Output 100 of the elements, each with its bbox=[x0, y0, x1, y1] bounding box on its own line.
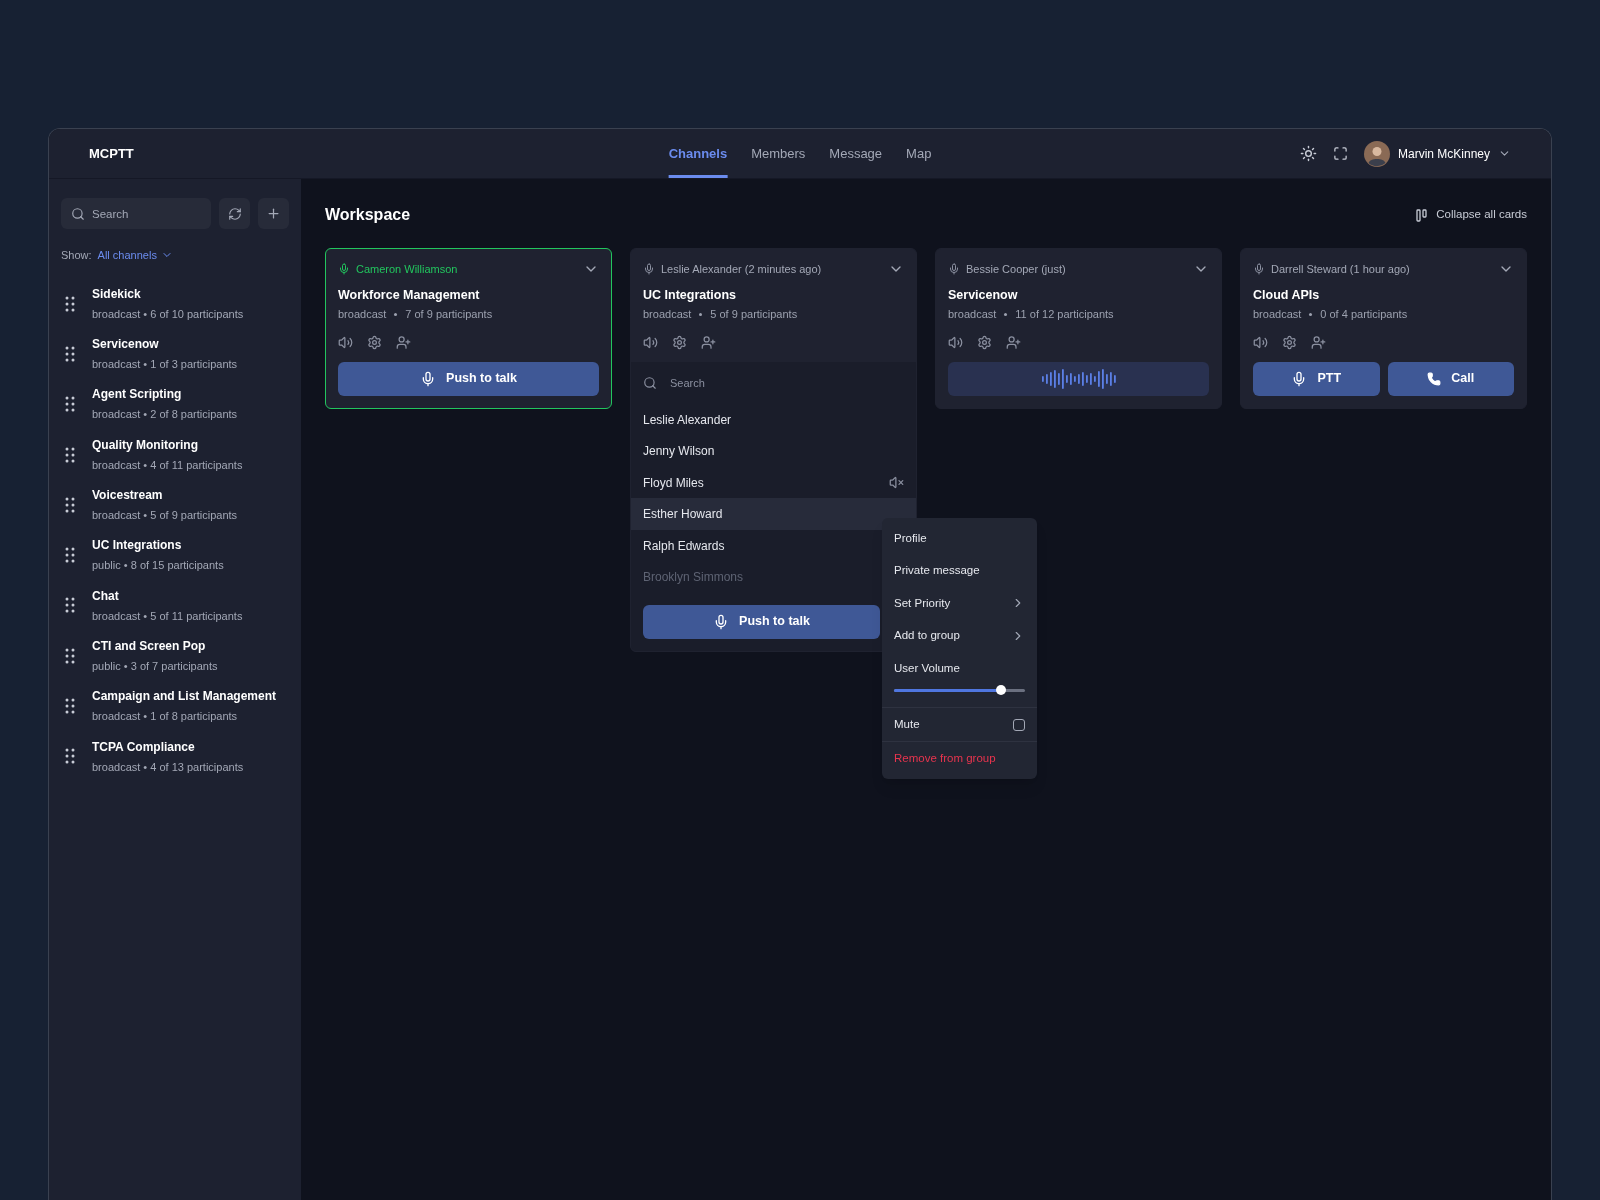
member-name: Floyd Miles bbox=[643, 474, 704, 492]
channel-name[interactable]: CTI and Screen Pop bbox=[92, 636, 218, 655]
member-row[interactable]: Esther Howard bbox=[631, 498, 916, 530]
menu-item[interactable]: Private message bbox=[882, 554, 1037, 587]
fullscreen-icon[interactable] bbox=[1332, 146, 1348, 161]
channel-title: Servicenow bbox=[948, 286, 1019, 304]
settings-icon[interactable] bbox=[672, 334, 687, 350]
nav-tab[interactable]: Channels bbox=[668, 129, 728, 178]
add-user-icon[interactable] bbox=[1006, 334, 1021, 350]
muted-speaker-icon bbox=[889, 475, 904, 490]
channel-name[interactable]: Quality Monitoring bbox=[92, 435, 243, 454]
drag-handle-icon[interactable] bbox=[65, 396, 75, 413]
speaker-icon[interactable] bbox=[338, 334, 353, 350]
add-user-icon[interactable] bbox=[396, 334, 411, 350]
speaker-label: Darrell Steward (1 hour ago) bbox=[1271, 262, 1410, 277]
menu-checkbox-item[interactable]: Mute bbox=[882, 707, 1037, 742]
app-title: MCPTT bbox=[89, 144, 134, 163]
channel-info: broadcast • 1 of 3 participants bbox=[92, 357, 238, 373]
channel-title: UC Integrations bbox=[643, 286, 738, 304]
participant-count: 7 of 9 participants bbox=[405, 307, 493, 323]
push-to-talk-button[interactable]: Push to talk bbox=[338, 361, 599, 396]
drag-handle-icon[interactable] bbox=[65, 496, 75, 513]
add-user-icon[interactable] bbox=[1311, 334, 1326, 350]
channel-name[interactable]: Campaign and List Management bbox=[92, 687, 277, 706]
channel-name[interactable]: Agent Scripting bbox=[92, 385, 238, 404]
member-name: Brooklyn Simmons bbox=[643, 569, 744, 586]
remove-menu-item[interactable]: Remove from group bbox=[882, 741, 1037, 776]
nav-tab[interactable]: Members bbox=[751, 129, 806, 178]
checkbox[interactable] bbox=[1013, 718, 1025, 731]
member-name: Esther Howard bbox=[643, 506, 723, 523]
channel-name[interactable]: Voicestream bbox=[92, 486, 238, 505]
channel-name[interactable]: Sidekick bbox=[92, 284, 244, 303]
volume-label: User Volume bbox=[894, 661, 961, 676]
filter-label: Show: bbox=[61, 248, 92, 263]
drag-handle-icon[interactable] bbox=[65, 345, 75, 362]
push-to-talk-button[interactable]: Push to talk bbox=[643, 604, 880, 639]
settings-icon[interactable] bbox=[367, 334, 382, 350]
push-to-talk-button[interactable]: PTT bbox=[1253, 361, 1380, 396]
microphone-icon bbox=[948, 263, 960, 276]
channel-type: broadcast bbox=[643, 307, 692, 323]
channel-filter-dropdown[interactable]: All channels bbox=[97, 247, 173, 264]
channel-info: broadcast • 6 of 10 participants bbox=[92, 306, 244, 322]
channel-type: broadcast bbox=[948, 307, 997, 323]
speaker-label: Bessie Cooper (just) bbox=[966, 262, 1066, 277]
submenu-item[interactable]: Set Priority bbox=[882, 587, 1037, 620]
channel-info: public • 3 of 7 participants bbox=[92, 658, 218, 674]
phone-icon bbox=[1427, 371, 1442, 386]
volume-slider[interactable] bbox=[894, 685, 1025, 696]
channel-name[interactable]: TCPA Compliance bbox=[92, 737, 244, 756]
channel-name[interactable]: Servicenow bbox=[92, 335, 238, 354]
drag-handle-icon[interactable] bbox=[65, 748, 75, 765]
speaker-icon[interactable] bbox=[1253, 334, 1268, 350]
drag-handle-icon[interactable] bbox=[65, 295, 75, 312]
channel-title: Workforce Management bbox=[338, 286, 481, 304]
microphone-icon bbox=[643, 263, 655, 276]
add-user-icon[interactable] bbox=[701, 334, 716, 350]
collapse-all-button[interactable]: Collapse all cards bbox=[1416, 206, 1527, 224]
channel-info: broadcast • 5 of 11 participants bbox=[92, 608, 243, 624]
channel-type: broadcast bbox=[1253, 307, 1302, 323]
speaker-icon[interactable] bbox=[948, 334, 963, 350]
user-name: Marvin McKinney bbox=[1397, 145, 1490, 163]
nav-tab[interactable]: Message bbox=[829, 129, 883, 178]
microphone-icon bbox=[338, 263, 350, 276]
channel-info: broadcast • 2 of 8 participants bbox=[92, 407, 238, 423]
participant-count: 5 of 9 participants bbox=[710, 307, 798, 323]
drag-handle-icon[interactable] bbox=[65, 647, 75, 664]
participant-count: 11 of 12 participants bbox=[1015, 307, 1114, 323]
collapse-icon bbox=[1416, 208, 1429, 222]
microphone-icon bbox=[1253, 263, 1265, 276]
participant-count: 0 of 4 participants bbox=[1320, 307, 1408, 323]
workspace-title: Workspace bbox=[325, 205, 411, 225]
speaker-icon[interactable] bbox=[643, 334, 658, 350]
slider-thumb[interactable] bbox=[996, 685, 1007, 696]
drag-handle-icon[interactable] bbox=[65, 446, 75, 463]
drag-handle-icon[interactable] bbox=[65, 698, 75, 714]
channel-info: broadcast • 5 of 9 participants bbox=[92, 508, 238, 524]
member-name: Ralph Edwards bbox=[643, 537, 725, 555]
channel-info: broadcast • 4 of 11 participants bbox=[92, 457, 243, 473]
speaker-label: Cameron Williamson bbox=[356, 262, 458, 277]
channel-name[interactable]: UC Integrations bbox=[92, 536, 224, 555]
nav-tab[interactable]: Map bbox=[906, 129, 932, 178]
channel-info: broadcast • 1 of 8 participants bbox=[92, 709, 239, 725]
channel-name[interactable]: Chat bbox=[92, 586, 243, 605]
refresh-button[interactable] bbox=[219, 198, 250, 229]
member-name: Leslie Alexander bbox=[643, 411, 732, 429]
plus-icon bbox=[266, 206, 281, 221]
search-icon bbox=[643, 375, 657, 390]
refresh-icon bbox=[227, 206, 242, 221]
settings-icon[interactable] bbox=[977, 334, 992, 350]
submenu-item[interactable]: Add to group bbox=[882, 619, 1037, 652]
search-field[interactable]: Search bbox=[61, 198, 211, 229]
drag-handle-icon[interactable] bbox=[65, 597, 75, 614]
avatar[interactable] bbox=[1363, 140, 1390, 167]
call-button[interactable]: Call bbox=[1387, 361, 1514, 396]
member-name: Jenny Wilson bbox=[643, 443, 715, 460]
channel-info: public • 8 of 15 participants bbox=[92, 558, 224, 574]
drag-handle-icon[interactable] bbox=[65, 547, 75, 564]
theme-toggle-icon[interactable] bbox=[1299, 145, 1317, 162]
settings-icon[interactable] bbox=[1282, 334, 1297, 350]
channel-type: broadcast bbox=[338, 307, 387, 323]
